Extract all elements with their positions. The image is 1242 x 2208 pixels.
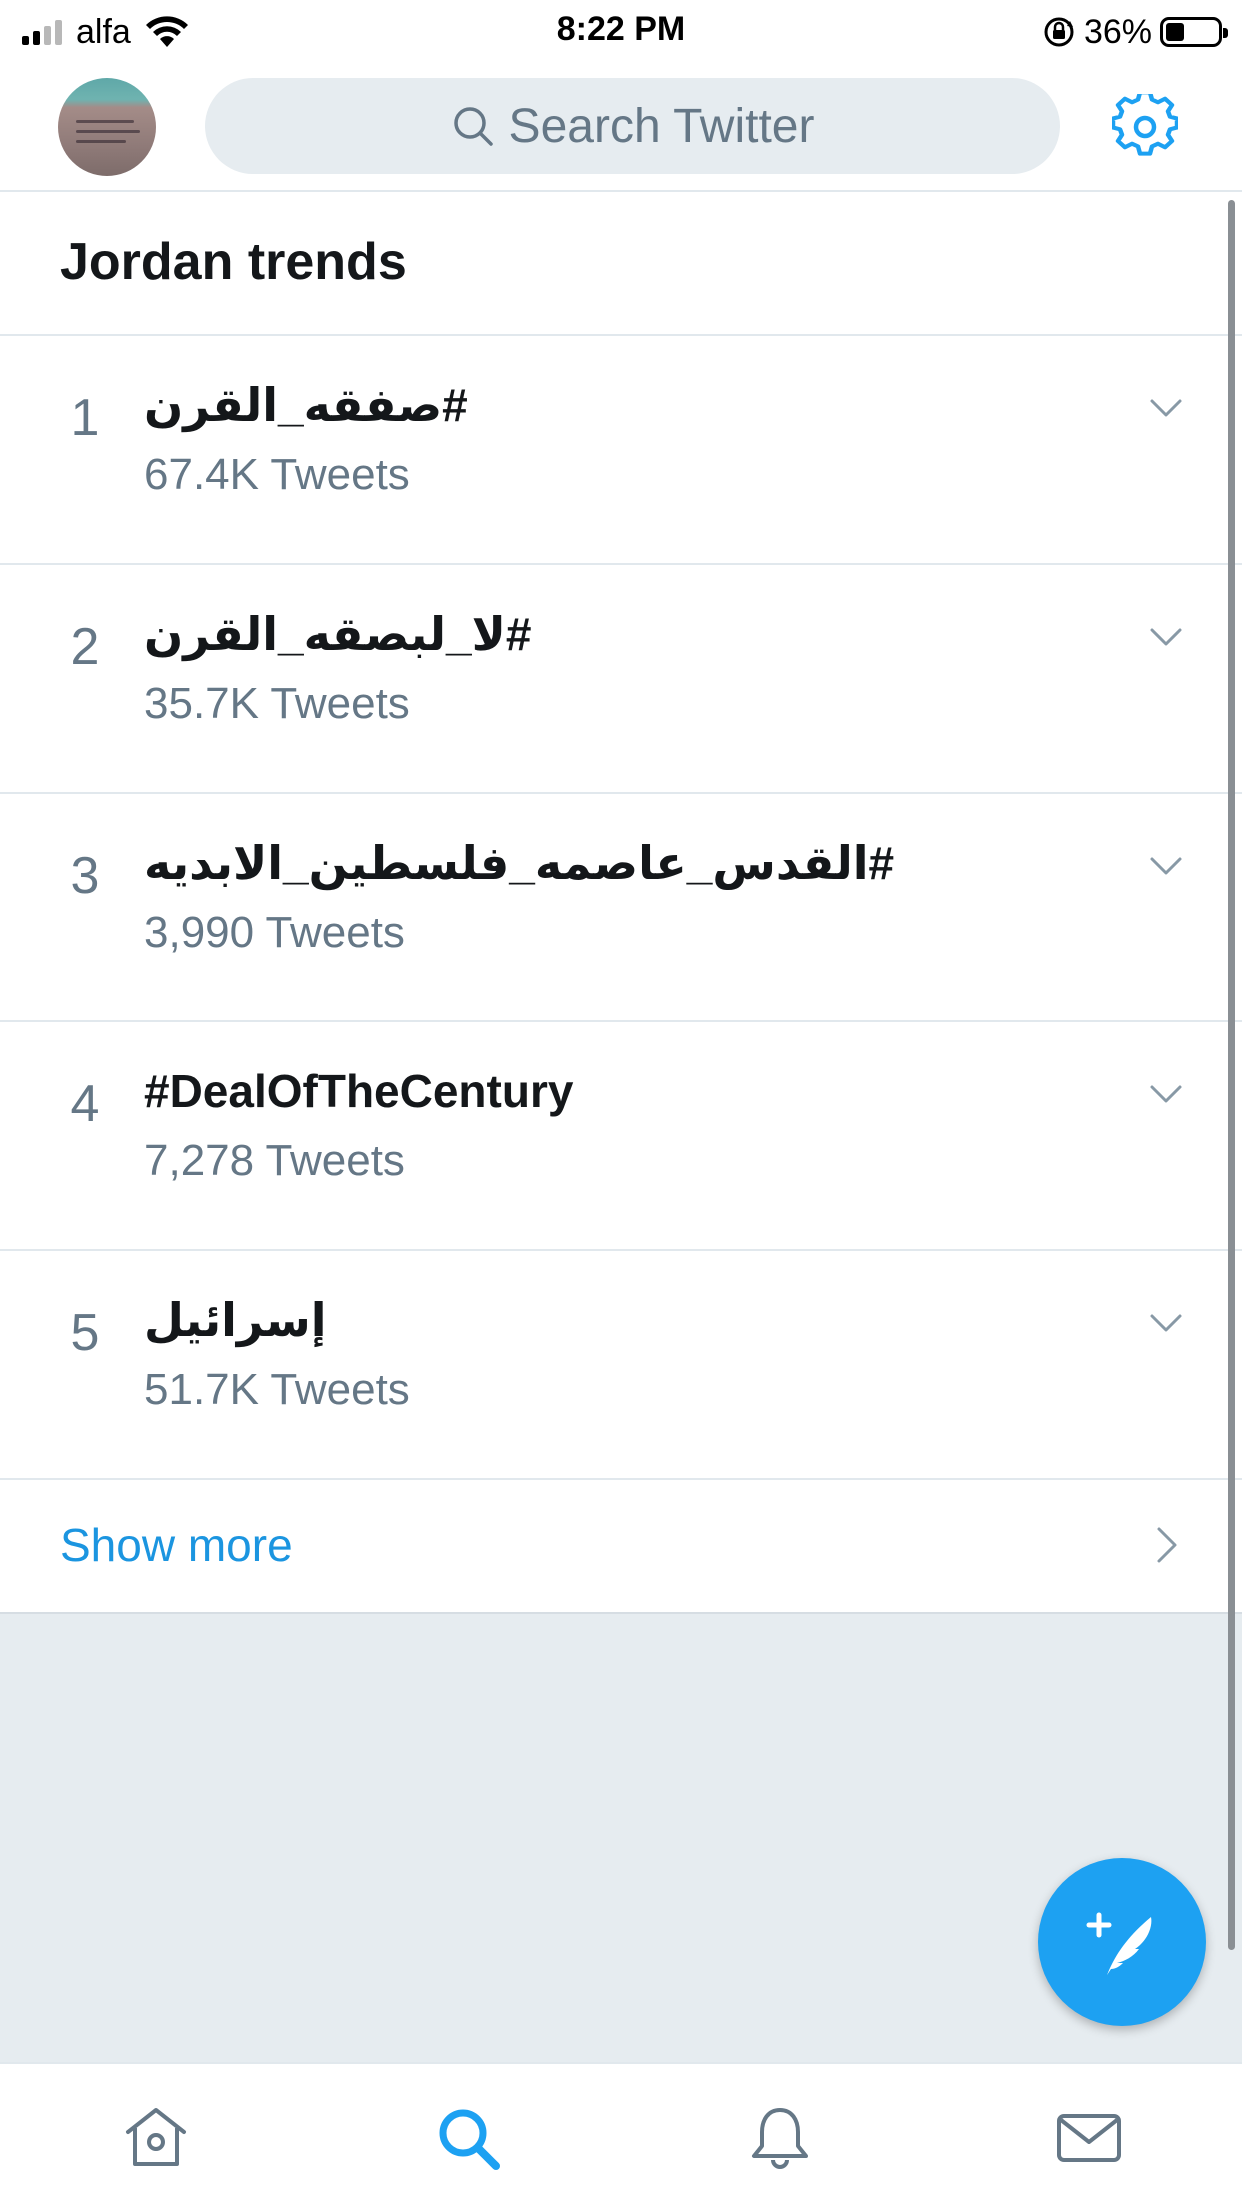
trend-tweet-count: 35.7K Tweets	[144, 679, 410, 728]
trend-name: #لا_لبصقه_القرن	[144, 608, 532, 660]
chevron-down-icon[interactable]	[1146, 1074, 1186, 1114]
scrollbar[interactable]	[1228, 200, 1235, 1950]
trend-rank: 5	[70, 1304, 100, 1362]
trend-tweet-count: 67.4K Tweets	[144, 450, 410, 499]
bell-icon[interactable]	[744, 2102, 816, 2174]
trend-rank: 3	[70, 847, 100, 905]
search-input[interactable]: Search Twitter	[205, 78, 1060, 174]
trends-title: Jordan trends	[60, 233, 407, 291]
explore-header: Search Twitter	[0, 64, 1242, 192]
search-tab-icon[interactable]	[432, 2102, 504, 2174]
rotation-lock-icon	[1044, 17, 1074, 47]
chevron-down-icon[interactable]	[1146, 846, 1186, 886]
trend-item[interactable]: 2 #لا_لبصقه_القرن 35.7K Tweets	[0, 565, 1228, 793]
trend-item[interactable]: 3 #القدس_عاصمه_فلسطين_الابديه 3,990 Twee…	[0, 794, 1228, 1022]
chevron-down-icon[interactable]	[1146, 1303, 1186, 1343]
home-icon[interactable]	[120, 2102, 192, 2174]
trend-tweet-count: 51.7K Tweets	[144, 1365, 410, 1414]
search-placeholder: Search Twitter	[508, 99, 815, 153]
mail-icon[interactable]	[1053, 2102, 1125, 2174]
show-more-link[interactable]: Show more	[0, 1480, 1228, 1610]
gear-icon[interactable]	[1112, 94, 1178, 160]
trend-name: #القدس_عاصمه_فلسطين_الابديه	[144, 837, 895, 889]
chevron-right-icon	[1157, 1527, 1177, 1563]
trend-tweet-count: 7,278 Tweets	[144, 1136, 405, 1185]
battery-percent: 36%	[1083, 12, 1152, 51]
explore-screen: alfa 8:22 PM 36% Search Twitter Jordan t…	[0, 0, 1242, 2208]
trend-name: إسرائيل	[144, 1294, 327, 1346]
trend-rank: 1	[70, 389, 100, 447]
trend-tweet-count: 3,990 Tweets	[144, 908, 405, 957]
chevron-down-icon[interactable]	[1146, 617, 1186, 657]
status-right: 36%	[1042, 10, 1228, 54]
trend-name: #DealOfTheCentury	[144, 1065, 574, 1117]
trend-item[interactable]: 5 إسرائيل 51.7K Tweets	[0, 1251, 1228, 1479]
battery-icon	[1160, 17, 1228, 47]
tab-bar	[0, 2062, 1242, 2208]
chevron-down-icon[interactable]	[1146, 388, 1186, 428]
search-icon	[453, 107, 493, 146]
trend-item[interactable]: 1 #صفقه_القرن 67.4K Tweets	[0, 336, 1228, 564]
show-more-label: Show more	[60, 1519, 293, 1571]
trend-rank: 4	[70, 1075, 100, 1133]
trend-rank: 2	[70, 618, 100, 676]
trend-name: #صفقه_القرن	[144, 379, 468, 431]
compose-tweet-icon	[1086, 1912, 1152, 1975]
status-bar: alfa 8:22 PM 36%	[0, 0, 1242, 64]
compose-tweet-button[interactable]	[1038, 1858, 1206, 2026]
trend-item[interactable]: 4 #DealOfTheCentury 7,278 Tweets	[0, 1022, 1228, 1250]
battery-fill	[1166, 23, 1184, 41]
profile-avatar[interactable]	[58, 78, 156, 176]
